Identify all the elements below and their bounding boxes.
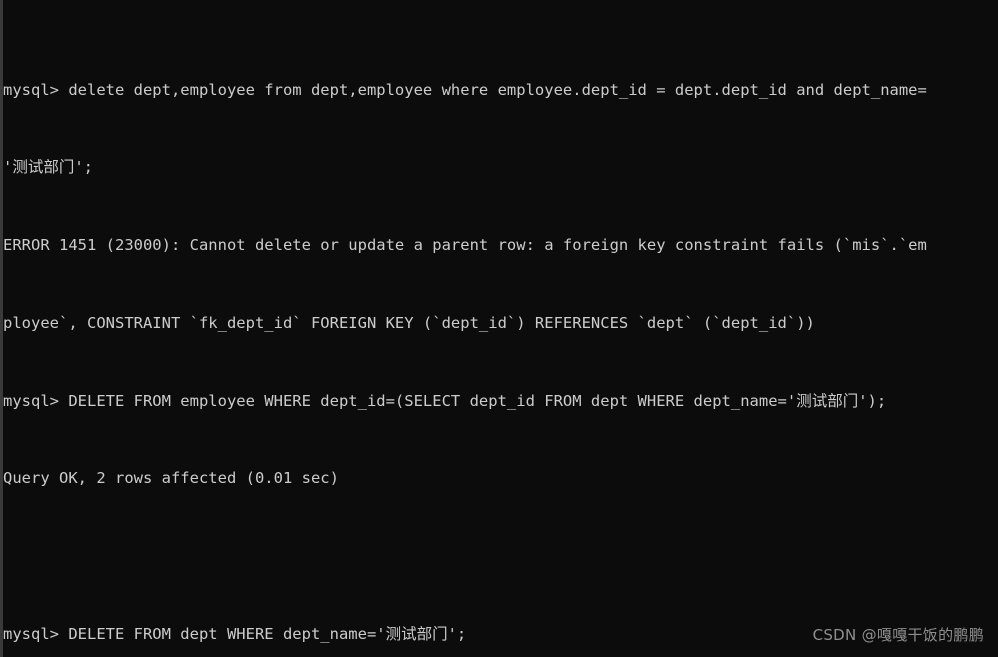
- command-line-delete-join-continuation: '测试部门';: [3, 158, 93, 177]
- terminal-screen[interactable]: mysql> delete dept,employee from dept,em…: [3, 0, 998, 657]
- csdn-watermark: CSDN @嘎嘎干饭的鹏鹏: [812, 626, 984, 645]
- command-line-delete-employee: mysql> DELETE FROM employee WHERE dept_i…: [3, 391, 887, 410]
- error-line-1451: ERROR 1451 (23000): Cannot delete or upd…: [3, 236, 927, 255]
- command-line-delete-join: mysql> delete dept,employee from dept,em…: [3, 80, 927, 99]
- terminal-window[interactable]: mysql> delete dept,employee from dept,em…: [0, 0, 998, 657]
- result-line-employee-deleted: Query OK, 2 rows affected (0.01 sec): [3, 469, 339, 488]
- error-line-constraint-continuation: ployee`, CONSTRAINT `fk_dept_id` FOREIGN…: [3, 313, 815, 332]
